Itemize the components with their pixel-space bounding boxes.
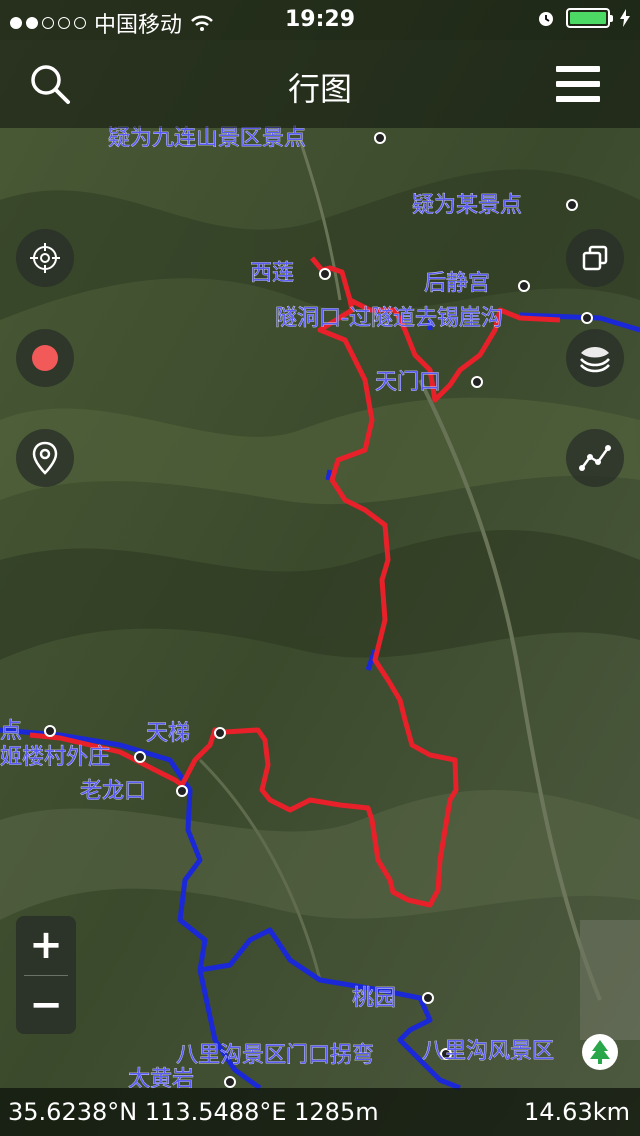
poi-tianti[interactable] [214,727,226,739]
poi-cunwai[interactable] [134,751,146,763]
poi-houjing[interactable] [518,280,530,292]
header-bar: 行图 [0,40,640,128]
layers-copy-button[interactable] [566,229,624,287]
track-line-icon [579,445,611,471]
map-canvas[interactable]: 疑为九连山景区景点 疑为某景点 西莲 后静宫 隧洞口-过隧道去锡崖沟 天门口 点… [0,0,640,1136]
label-laolong: 老龙口 [80,779,146,804]
label-tianti: 天梯 [146,721,190,746]
layers-copy-icon [582,245,608,271]
poi-taoyuan[interactable] [422,992,434,1004]
terrain-layers-icon [580,347,610,373]
label-balifeng: 八里沟风景区 [422,1039,554,1064]
status-bar: 中国移动 19:29 [0,0,640,40]
compass-button[interactable] [582,1034,618,1070]
alarm-clock-icon [539,12,553,26]
info-bar: 35.6238°N 113.5488°E 1285m 14.63km [0,1088,640,1136]
coordinates-readout: 35.6238°N 113.5488°E 1285m [8,1098,379,1126]
label-cunwai: 姬楼村外庄 [0,745,110,770]
terrain-layer-button[interactable] [566,329,624,387]
zoom-control: + − [16,916,76,1034]
poi-taihuang[interactable] [224,1076,236,1088]
satellite-map[interactable]: 疑为九连山景区景点 疑为某景点 西莲 后静宫 隧洞口-过隧道去锡崖沟 天门口 点… [0,0,640,1136]
label-suidong: 隧洞口-过隧道去锡崖沟 [275,306,503,331]
charging-bolt-icon [620,9,630,27]
poi-suidong[interactable] [581,312,593,324]
waypoint-button[interactable] [16,429,74,487]
poi-xilian[interactable] [319,268,331,280]
tree-compass-icon [590,1040,610,1064]
label-xilian: 西莲 [250,261,294,286]
poi-laolong[interactable] [176,785,188,797]
poi-dian[interactable] [44,725,56,737]
locate-button[interactable] [16,229,74,287]
label-dian: 点 [0,719,22,744]
location-pin-icon [32,441,58,475]
zoom-out-button[interactable]: − [16,976,76,1034]
crosshair-icon [30,243,60,273]
record-dot-icon [32,345,58,371]
label-moujing: 疑为某景点 [412,193,522,218]
poi-moujing[interactable] [566,199,578,211]
status-right [536,8,630,28]
menu-button[interactable] [556,66,600,102]
page-title: 行图 [287,70,352,108]
label-taoyuan: 桃园 [352,986,396,1011]
poi-jiulian[interactable] [374,132,386,144]
track-button[interactable] [566,429,624,487]
label-balimen: 八里沟景区门口拐弯 [176,1043,374,1068]
hamburger-menu-icon [556,66,600,102]
label-jiulian: 疑为九连山景区景点 [108,126,306,151]
label-tianmen: 天门口 [375,370,441,395]
distance-readout: 14.63km [524,1098,630,1126]
poi-tianmen[interactable] [471,376,483,388]
label-houjing: 后静宫 [424,271,490,296]
zoom-in-button[interactable]: + [16,916,76,974]
battery-icon [566,8,613,28]
record-button[interactable] [16,329,74,387]
